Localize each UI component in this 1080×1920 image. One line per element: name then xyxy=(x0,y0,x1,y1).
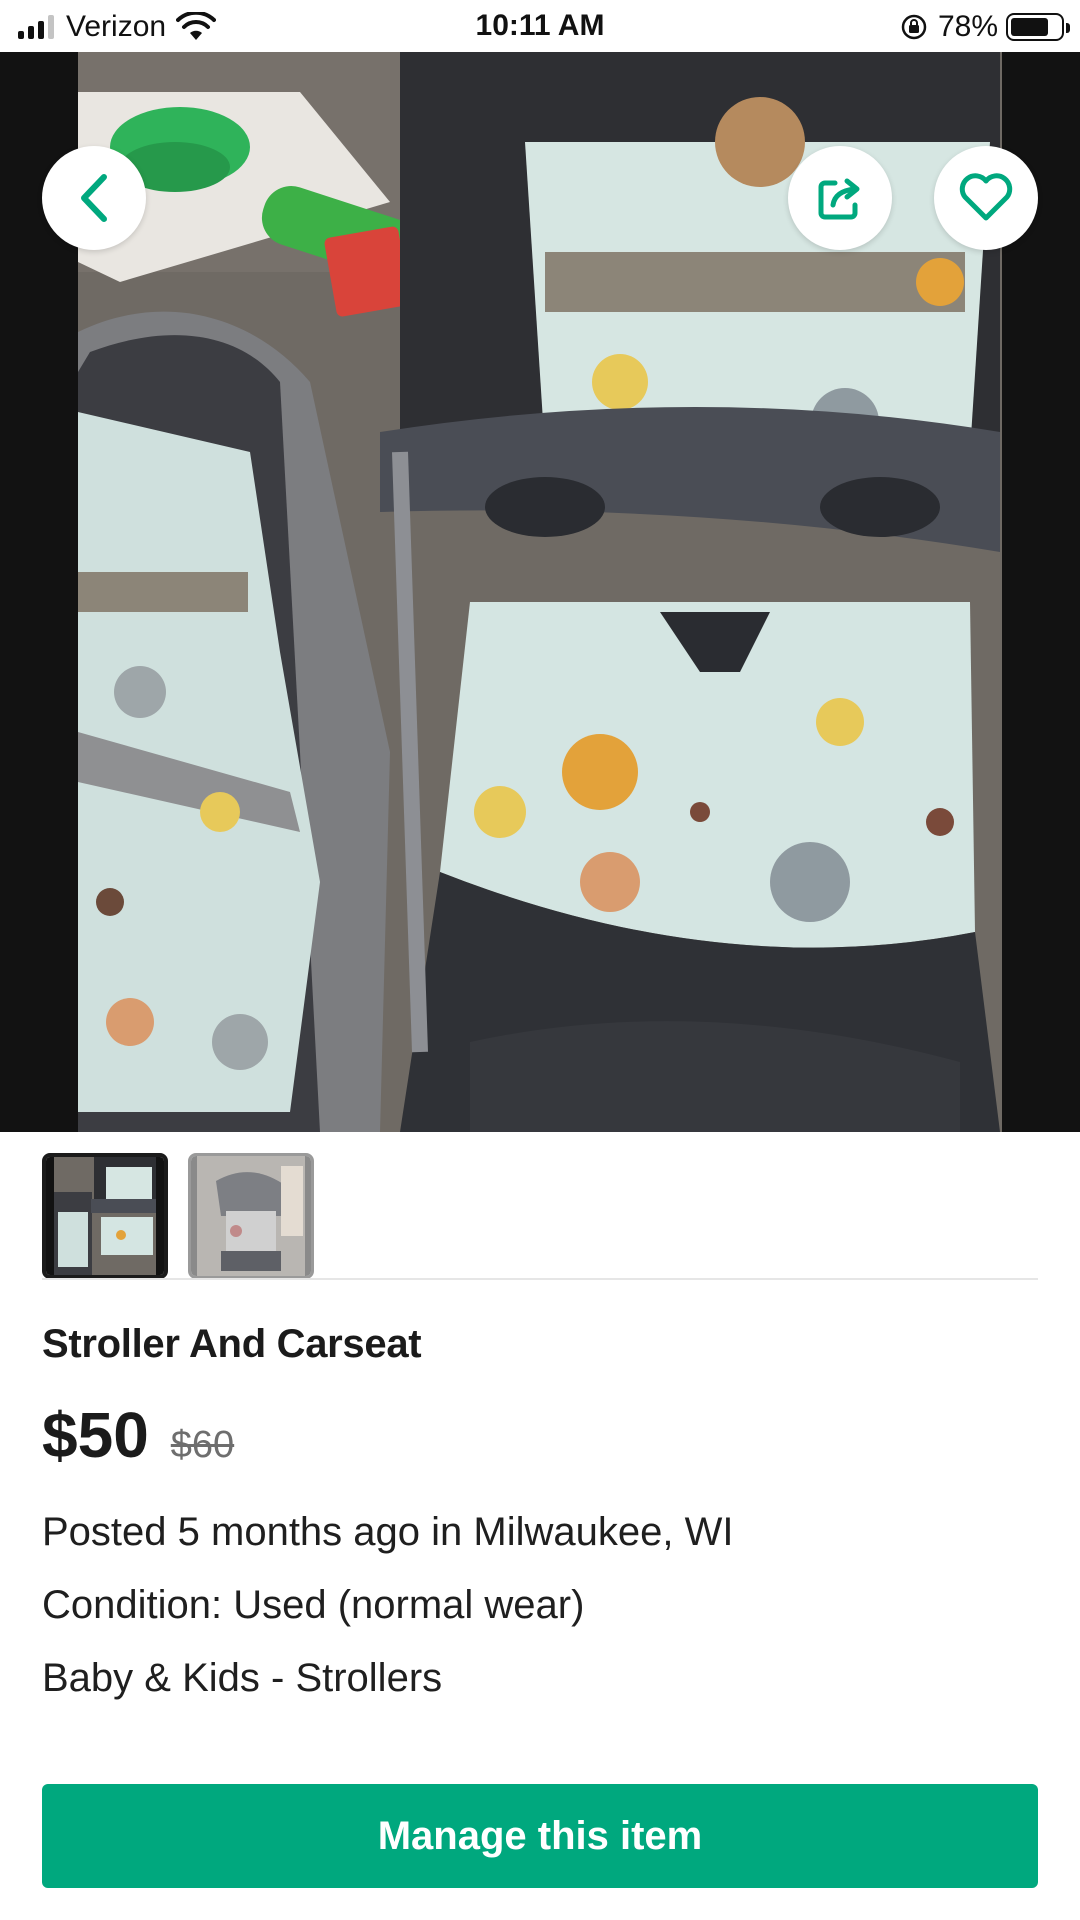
listing-photo[interactable] xyxy=(0,52,1080,1132)
share-button[interactable] xyxy=(788,146,892,250)
stroller-photo xyxy=(0,52,1080,1132)
item-condition: Condition: Used (normal wear) xyxy=(42,1583,585,1627)
battery-percent: 78% xyxy=(937,10,998,43)
stroller-thumbnail-2 xyxy=(191,1156,311,1276)
status-right: 78% xyxy=(900,10,1070,44)
heart-outline-icon xyxy=(959,173,1013,221)
original-price: $60 xyxy=(170,1424,235,1466)
thumbnail-divider xyxy=(42,1278,1038,1280)
battery-icon xyxy=(1006,13,1070,41)
back-button[interactable] xyxy=(42,146,146,250)
stroller-thumbnail xyxy=(46,1157,164,1275)
chevron-left-icon xyxy=(81,174,107,222)
photo-thumbnails xyxy=(42,1153,314,1279)
thumbnail-1[interactable] xyxy=(42,1153,168,1279)
battery-level xyxy=(1011,18,1049,36)
item-title: Stroller And Carseat xyxy=(42,1322,422,1366)
manage-item-button[interactable]: Manage this item xyxy=(42,1784,1038,1888)
price-row: $50 $60 xyxy=(42,1398,234,1472)
status-bar: Verizon 10:11 AM 78% xyxy=(0,0,1080,52)
favorite-button[interactable] xyxy=(934,146,1038,250)
rotation-lock-icon xyxy=(901,14,927,40)
item-category: Baby & Kids - Strollers xyxy=(42,1656,443,1700)
thumbnail-2[interactable] xyxy=(188,1153,314,1279)
share-icon xyxy=(818,178,860,220)
item-price: $50 xyxy=(42,1399,149,1471)
posted-info: Posted 5 months ago in Milwaukee, WI xyxy=(42,1510,734,1554)
